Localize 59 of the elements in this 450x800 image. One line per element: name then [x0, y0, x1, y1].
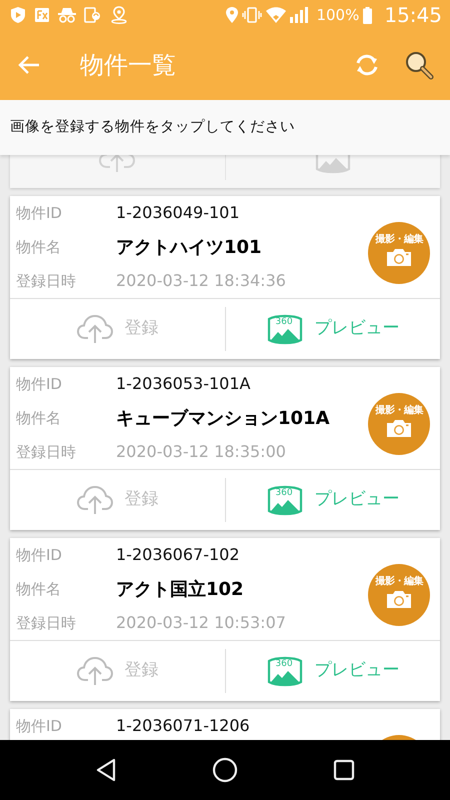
- panorama-icon: 360: [266, 313, 304, 345]
- camera-edit-button[interactable]: 撮影・編集: [368, 393, 430, 455]
- field-label: 物件名: [16, 236, 62, 258]
- shield-icon: [10, 6, 26, 24]
- back-arrow-icon[interactable]: [18, 55, 40, 75]
- property-name: キューブマンション101A: [116, 406, 330, 430]
- preview-button[interactable]: 360 プレビュー: [226, 299, 440, 359]
- home-icon[interactable]: [212, 757, 238, 783]
- cloud-upload-icon: [76, 485, 114, 515]
- camera-edit-button[interactable]: 撮影・編集: [368, 564, 430, 626]
- battery-percent: 100%: [316, 4, 360, 26]
- camera-icon: [386, 589, 412, 609]
- field-label: 物件ID: [16, 202, 63, 224]
- incognito-icon: [58, 7, 76, 23]
- camera-edit-button[interactable]: 撮影・編集: [368, 222, 430, 284]
- property-id: 1-2036049-101: [116, 202, 240, 224]
- property-id: 1-2036053-101A: [116, 373, 250, 395]
- battery-icon: [363, 6, 372, 24]
- registration-date: 2020-03-12 18:35:00: [116, 441, 286, 463]
- panorama-icon: 360: [266, 484, 304, 516]
- registration-date: 2020-03-12 18:34:36: [116, 270, 286, 292]
- vibrate-icon: [242, 7, 262, 23]
- field-label: 登録日時: [16, 270, 77, 292]
- clock-time: 15:45: [384, 2, 442, 29]
- cloud-upload-icon: [76, 314, 114, 344]
- field-label: 物件名: [16, 408, 62, 429]
- property-id: 1-2036067-102: [116, 544, 240, 566]
- phone-sync-icon: [84, 7, 102, 23]
- instruction-text: 画像を登録する物件をタップしてください: [10, 118, 295, 137]
- property-card[interactable]: 物件ID 1-2036049-101 物件名 アクトハイツ101 登録日時 2020-03-12 18:34:36 撮影・編集 登録 360 プレビュー: [10, 196, 440, 359]
- registration-date: 2020-03-12 10:53:07: [116, 612, 286, 634]
- wifi-icon: [266, 7, 286, 23]
- property-name: アクト国立102: [116, 578, 244, 602]
- back-icon[interactable]: [95, 758, 118, 782]
- location-pin-icon: [110, 6, 128, 24]
- property-card[interactable]: 物件ID 1-2036071-1206: [10, 709, 440, 740]
- preview-button[interactable]: 360 プレビュー: [226, 470, 440, 530]
- location-icon: [226, 7, 238, 23]
- field-label: 物件名: [16, 578, 62, 600]
- camera-icon: [386, 247, 412, 267]
- screen-title: 物件一覧: [80, 50, 176, 81]
- property-name: アクトハイツ101: [116, 236, 262, 260]
- refresh-icon[interactable]: [354, 54, 380, 76]
- preview-button[interactable]: 360 プレビュー: [226, 641, 440, 701]
- app-icon: [34, 7, 50, 23]
- property-card[interactable]: 物件ID 1-2036053-101A 物件名 キューブマンション101A 登録日時 2020-03-12 18:35:00 撮影・編集 登録 360 プレビュー: [10, 367, 440, 530]
- field-label: 登録日時: [16, 612, 77, 634]
- property-id: 1-2036071-1206: [116, 715, 250, 737]
- field-label: 登録日時: [16, 442, 77, 463]
- property-card[interactable]: 物件ID 1-2036067-102 物件名 アクト国立102 登録日時 2020-03-12 10:53:07 撮影・編集 登録 360 プレビュー: [10, 538, 440, 701]
- field-label: 物件ID: [16, 374, 63, 395]
- field-label: 物件ID: [16, 716, 63, 737]
- camera-icon: [386, 418, 412, 438]
- field-label: 物件ID: [16, 544, 63, 566]
- search-icon[interactable]: [404, 50, 434, 80]
- panorama-icon: 360: [266, 655, 304, 687]
- signal-icon: [290, 7, 308, 23]
- recents-icon[interactable]: [332, 759, 355, 781]
- cloud-upload-icon: [76, 656, 114, 686]
